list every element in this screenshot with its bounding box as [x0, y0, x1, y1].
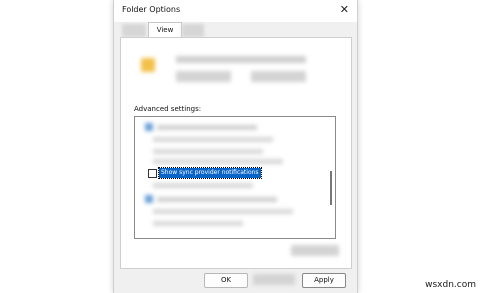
list-item-blurred: [157, 197, 277, 202]
watermark: wsxdn.com: [425, 280, 476, 290]
list-item-blurred: [153, 209, 293, 214]
ok-button[interactable]: OK: [204, 273, 248, 288]
dialog-title: Folder Options: [122, 5, 181, 14]
close-icon[interactable]: ✕: [340, 3, 349, 16]
folder-node-icon: [145, 195, 153, 203]
list-item-blurred: [153, 159, 283, 164]
tab-panel: Advanced settings: Show sync provider no…: [120, 37, 352, 269]
sync-notifications-checkbox[interactable]: [148, 169, 157, 178]
tab-search-blurred[interactable]: [182, 24, 204, 37]
restore-defaults-button-blurred[interactable]: [291, 245, 339, 256]
list-item-blurred: [157, 125, 257, 130]
apply-to-folders-button-blurred[interactable]: [176, 71, 231, 82]
list-item-blurred: [153, 221, 243, 226]
folder-options-dialog: Folder Options ✕ View Advanced settings:…: [113, 0, 358, 293]
title-bar: Folder Options ✕: [114, 0, 357, 22]
advanced-settings-label: Advanced settings:: [134, 105, 202, 113]
sync-notifications-label[interactable]: Show sync provider notifications: [158, 167, 262, 179]
advanced-settings-list[interactable]: Show sync provider notifications: [134, 116, 336, 239]
list-item-blurred: [153, 183, 253, 188]
tab-general-blurred[interactable]: [122, 24, 146, 37]
folder-icon: [141, 58, 155, 72]
folder-views-text-blurred: [176, 56, 306, 63]
reset-folders-button-blurred[interactable]: [251, 71, 306, 82]
cancel-button-blurred[interactable]: [253, 274, 295, 285]
list-item-blurred: [153, 149, 263, 154]
list-item-blurred: [153, 137, 273, 142]
apply-button[interactable]: Apply: [302, 273, 346, 288]
list-scrollbar[interactable]: [330, 171, 332, 205]
tab-view[interactable]: View: [148, 22, 182, 38]
folder-node-icon: [145, 123, 153, 131]
